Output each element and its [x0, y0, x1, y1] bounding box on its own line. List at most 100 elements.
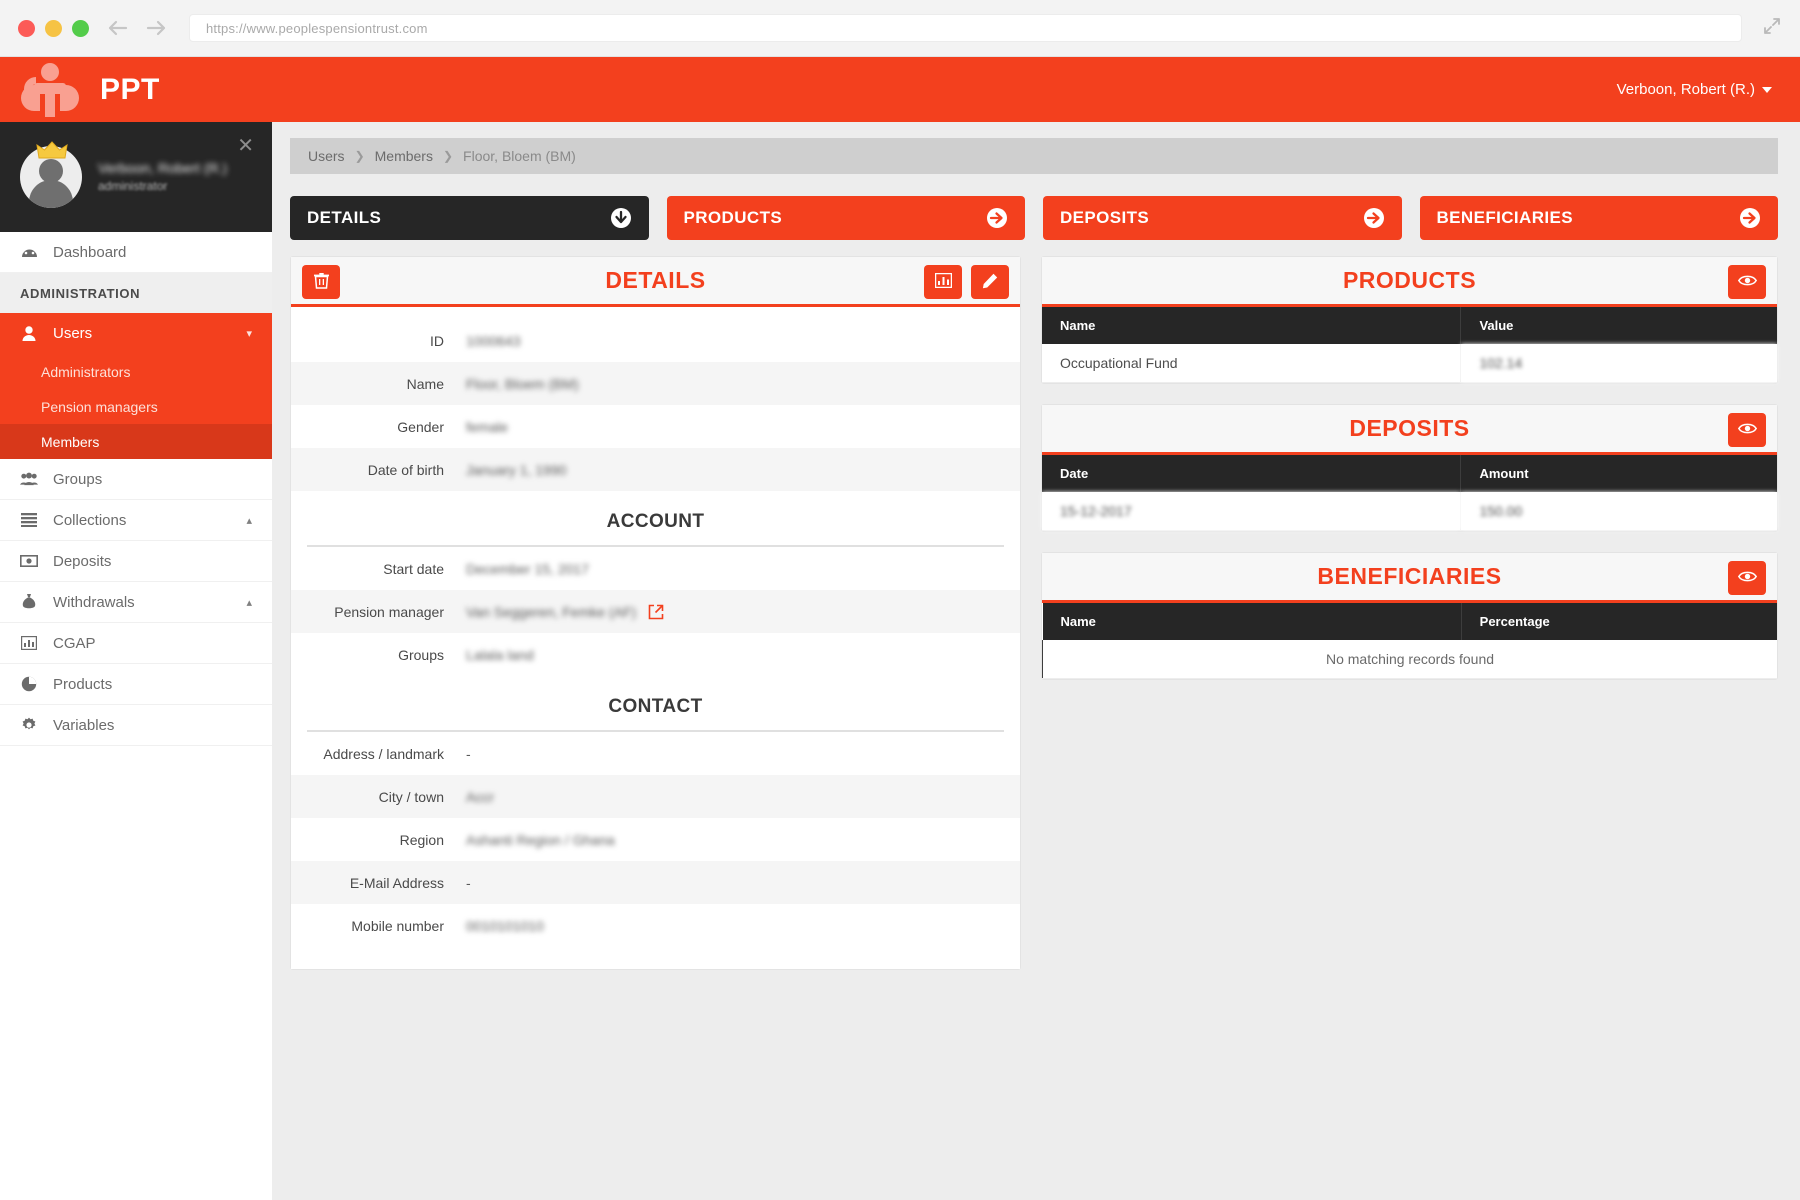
sidebar-subnav-users: Administrators Pension managers Members [0, 354, 272, 459]
view-beneficiaries-button[interactable] [1728, 561, 1766, 595]
list-icon [20, 513, 38, 527]
account-section-heading: ACCOUNT [307, 497, 1004, 547]
sidebar-item-cgap[interactable]: CGAP [0, 623, 272, 664]
sidebar-subitem-label: Pension managers [41, 398, 158, 415]
tab-deposits[interactable]: DEPOSITS [1043, 196, 1402, 240]
address-bar[interactable]: https://www.peoplespensiontrust.com [189, 14, 1742, 42]
avatar[interactable] [20, 141, 82, 208]
breadcrumb-item-members[interactable]: Members [375, 148, 433, 164]
table-header-row: Date Amount [1042, 455, 1777, 492]
expand-icon[interactable] [1762, 16, 1782, 41]
eye-icon [1737, 422, 1757, 438]
pencil-icon [982, 273, 998, 292]
arrow-down-circle-icon [610, 207, 632, 229]
tab-label: DEPOSITS [1060, 208, 1150, 227]
detail-value: - [466, 874, 471, 891]
detail-value: Accr [466, 788, 494, 805]
back-arrow-icon[interactable] [107, 18, 129, 38]
edit-button[interactable] [971, 265, 1009, 299]
empty-message: No matching records found [1042, 640, 1777, 679]
statistics-button[interactable] [924, 265, 962, 299]
detail-label: Address / landmark [323, 745, 444, 762]
detail-label: Date of birth [367, 461, 444, 478]
detail-value: January 1, 1990 [466, 461, 567, 478]
tab-details[interactable]: DETAILS [290, 196, 649, 240]
sidebar-item-collections[interactable]: Collections ▴ [0, 500, 272, 541]
detail-label: Mobile number [351, 917, 444, 934]
sidebar-item-deposits[interactable]: Deposits [0, 541, 272, 582]
user-menu[interactable]: Verboon, Robert (R.) [1617, 81, 1772, 98]
close-icon[interactable]: ✕ [237, 136, 254, 156]
chevron-up-icon: ▴ [246, 514, 252, 527]
sidebar-item-members[interactable]: Members [0, 424, 272, 459]
sidebar-profile: Verboon, Robert (R.) administrator ✕ [0, 122, 272, 232]
close-window-button[interactable] [18, 19, 35, 37]
forward-arrow-icon[interactable] [145, 18, 167, 38]
minimize-window-button[interactable] [45, 19, 62, 37]
detail-label: Pension manager [334, 603, 444, 620]
table-row[interactable]: Occupational Fund 102.14 [1042, 344, 1777, 383]
view-products-button[interactable] [1728, 265, 1766, 299]
browser-toolbar: https://www.peoplespensiontrust.com [0, 0, 1800, 57]
profile-text: Verboon, Robert (R.) administrator [98, 158, 227, 196]
beneficiaries-card-title: BENEFICIARIES [1317, 563, 1502, 589]
column-header: Value [1460, 307, 1777, 344]
brand[interactable]: PPT [14, 61, 160, 119]
delete-button[interactable] [302, 265, 340, 299]
money-icon [20, 555, 38, 567]
detail-label: Start date [383, 560, 444, 577]
detail-row: Mobile number 0010101010 [291, 904, 1020, 947]
table-header-row: Name Value [1042, 307, 1777, 344]
detail-label: ID [430, 332, 444, 349]
detail-row: ID 1000643 [291, 319, 1020, 362]
tab-products[interactable]: PRODUCTS [666, 196, 1025, 240]
deposits-card-header: DEPOSITS [1042, 405, 1777, 455]
column-header: Amount [1460, 455, 1777, 492]
detail-value: 0010101010 [466, 917, 544, 934]
external-link-icon[interactable] [648, 604, 664, 620]
beneficiaries-card: BENEFICIARIES Name Percentage No matchin… [1041, 552, 1778, 680]
arrow-right-circle-icon [1739, 207, 1761, 229]
detail-row: E-Mail Address - [291, 861, 1020, 904]
products-card-title: PRODUCTS [1342, 267, 1477, 293]
group-icon [20, 472, 38, 486]
details-card-title: DETAILS [605, 267, 706, 293]
detail-value: Floor, Bloem (BM) [466, 375, 579, 392]
sidebar-section-administration: ADMINISTRATION [0, 273, 272, 313]
contact-section-heading: CONTACT [307, 682, 1004, 732]
user-icon [20, 326, 38, 341]
detail-value: 1000643 [466, 332, 521, 349]
tab-label: PRODUCTS [683, 208, 783, 227]
window-controls [18, 19, 89, 37]
detail-label: City / town [378, 788, 444, 805]
eye-icon [1737, 570, 1757, 586]
table-row[interactable]: 15-12-2017 150.00 [1042, 492, 1777, 531]
breadcrumb-item-users[interactable]: Users [308, 148, 345, 164]
ppt-person-logo-icon [14, 61, 86, 119]
products-card-header: PRODUCTS [1042, 257, 1777, 307]
sidebar: Verboon, Robert (R.) administrator ✕ Das… [0, 122, 272, 1200]
detail-row: Region Ashanti Region / Ghana [291, 818, 1020, 861]
details-card-actions [924, 265, 1009, 299]
sidebar-item-label: Collections [53, 511, 127, 529]
sidebar-item-groups[interactable]: Groups [0, 459, 272, 500]
detail-value: Ashanti Region / Ghana [466, 831, 615, 848]
view-deposits-button[interactable] [1728, 413, 1766, 447]
deposit-amount: 150.00 [1460, 492, 1777, 531]
detail-row: Start date December 15, 2017 [291, 547, 1020, 590]
sidebar-item-withdrawals[interactable]: Withdrawals ▴ [0, 582, 272, 623]
sidebar-item-products[interactable]: Products [0, 664, 272, 705]
detail-label: Region [399, 831, 444, 848]
browser-navigation [107, 18, 167, 38]
chevron-right-icon: ❯ [354, 149, 365, 163]
detail-row: Name Floor, Bloem (BM) [291, 362, 1020, 405]
sidebar-item-variables[interactable]: Variables [0, 705, 272, 746]
maximize-window-button[interactable] [72, 19, 89, 37]
detail-value: December 15, 2017 [466, 560, 589, 577]
sidebar-item-pension-managers[interactable]: Pension managers [0, 389, 272, 424]
sidebar-item-dashboard[interactable]: Dashboard [0, 232, 272, 273]
tab-beneficiaries[interactable]: BENEFICIARIES [1419, 196, 1778, 240]
sidebar-item-users[interactable]: Users ▾ [0, 313, 272, 354]
detail-value: female [466, 418, 509, 435]
sidebar-item-administrators[interactable]: Administrators [0, 354, 272, 389]
